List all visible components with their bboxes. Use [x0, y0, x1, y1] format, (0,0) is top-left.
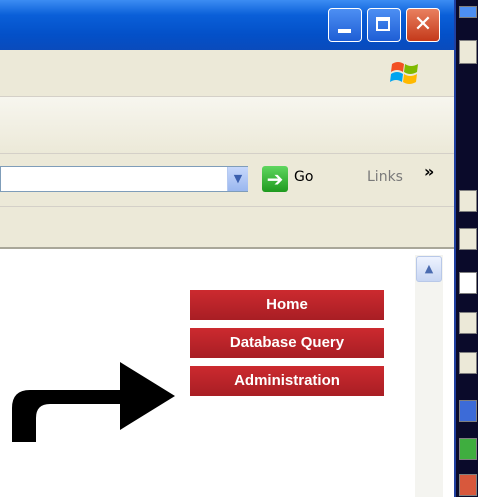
menu-bar — [0, 50, 454, 97]
go-arrow-icon: ➔ — [262, 166, 288, 192]
address-dropdown-button[interactable]: ▼ — [227, 167, 248, 191]
scroll-up-button[interactable]: ▲ — [416, 256, 442, 282]
adjacent-toolbar-item[interactable] — [459, 474, 477, 496]
minimize-icon — [338, 29, 351, 33]
links-more-chevron-icon[interactable]: » — [424, 162, 434, 181]
nav-home-button[interactable]: Home — [190, 290, 384, 320]
windows-logo-icon — [390, 62, 418, 84]
close-button[interactable]: ✕ — [406, 8, 440, 42]
vertical-scrollbar[interactable] — [415, 255, 443, 497]
title-bar[interactable]: ✕ — [0, 0, 454, 50]
adjacent-toolbar-item[interactable] — [459, 272, 477, 294]
minimize-button[interactable] — [328, 8, 362, 42]
adjacent-window-edge — [454, 0, 478, 497]
pointer-arrow-icon — [12, 362, 175, 442]
adjacent-toolbar-item[interactable] — [459, 400, 477, 422]
maximize-button[interactable] — [367, 8, 401, 42]
address-bar: ▼ ➔ Go Links » — [0, 154, 454, 207]
nav-administration-button[interactable]: Administration — [190, 366, 384, 396]
adjacent-window-icon — [459, 6, 477, 18]
address-input[interactable] — [0, 166, 248, 192]
adjacent-toolbar-item[interactable] — [459, 352, 477, 374]
adjacent-toolbar-item[interactable] — [459, 40, 477, 64]
links-label[interactable]: Links — [367, 169, 403, 185]
close-icon: ✕ — [413, 12, 433, 37]
maximize-icon — [376, 17, 390, 31]
go-label: Go — [294, 169, 314, 185]
adjacent-toolbar-item[interactable] — [459, 438, 477, 460]
nav-database-query-button[interactable]: Database Query — [190, 328, 384, 358]
browser-window: ✕ ▼ ➔ Go Links » ▲ Home Database Query A… — [0, 0, 454, 497]
adjacent-toolbar-item[interactable] — [459, 228, 477, 250]
go-button[interactable]: ➔ Go — [262, 164, 334, 194]
adjacent-toolbar-item[interactable] — [459, 312, 477, 334]
toolbar — [0, 97, 454, 154]
links-toolbar — [0, 207, 454, 249]
adjacent-toolbar-item[interactable] — [459, 190, 477, 212]
